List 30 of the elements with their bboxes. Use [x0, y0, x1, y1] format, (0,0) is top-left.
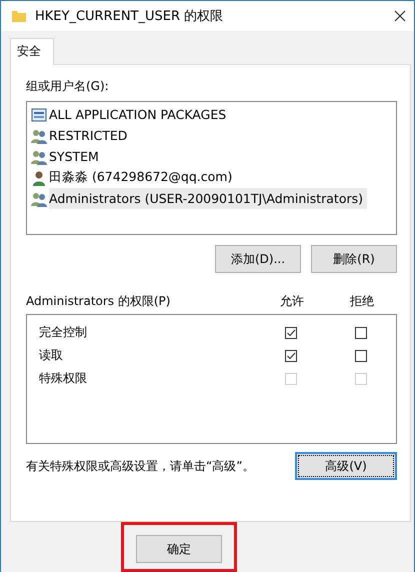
permission-name: 读取: [39, 348, 63, 362]
groups-label: 组或用户名(G):: [26, 78, 110, 95]
close-icon[interactable]: [394, 10, 406, 22]
permission-name: 完全控制: [39, 325, 87, 339]
dialog-button[interactable]: 添加(D)...: [215, 245, 301, 273]
user-icon: [31, 170, 47, 186]
permissions-label: Administrators 的权限(P): [26, 293, 172, 310]
users-icon: [31, 148, 47, 164]
list-item[interactable]: RESTRICTED: [49, 125, 132, 146]
column-header: 拒绝: [349, 293, 375, 310]
package-icon: [31, 106, 47, 122]
checkbox[interactable]: [285, 326, 297, 338]
list-item[interactable]: SYSTEM: [49, 146, 103, 167]
list-item[interactable]: 田淼淼 (674298672@qq.com): [49, 167, 236, 188]
users-icon: [31, 190, 47, 206]
tab[interactable]: 安全: [10, 38, 54, 65]
column-header: 允许: [279, 293, 305, 310]
dialog-button[interactable]: 删除(R): [311, 245, 397, 273]
users-icon: [31, 128, 47, 144]
checkbox[interactable]: [355, 350, 367, 362]
checkbox[interactable]: [355, 326, 367, 338]
list-item[interactable]: ALL APPLICATION PACKAGES: [49, 104, 230, 125]
window-title: HKEY_CURRENT_USER 的权限: [35, 8, 224, 25]
checkbox[interactable]: [285, 350, 297, 362]
permission-name: 特殊权限: [39, 371, 87, 385]
advanced-button[interactable]: 高级(V): [295, 452, 397, 480]
folder-icon: [11, 8, 27, 24]
list-item[interactable]: Administrators (USER-20090101TJ\Administrators): [49, 188, 368, 209]
ok-button[interactable]: 确定: [136, 535, 222, 563]
hint-text: 有关特殊权限或高级设置，请单击“高级”。: [26, 458, 254, 472]
